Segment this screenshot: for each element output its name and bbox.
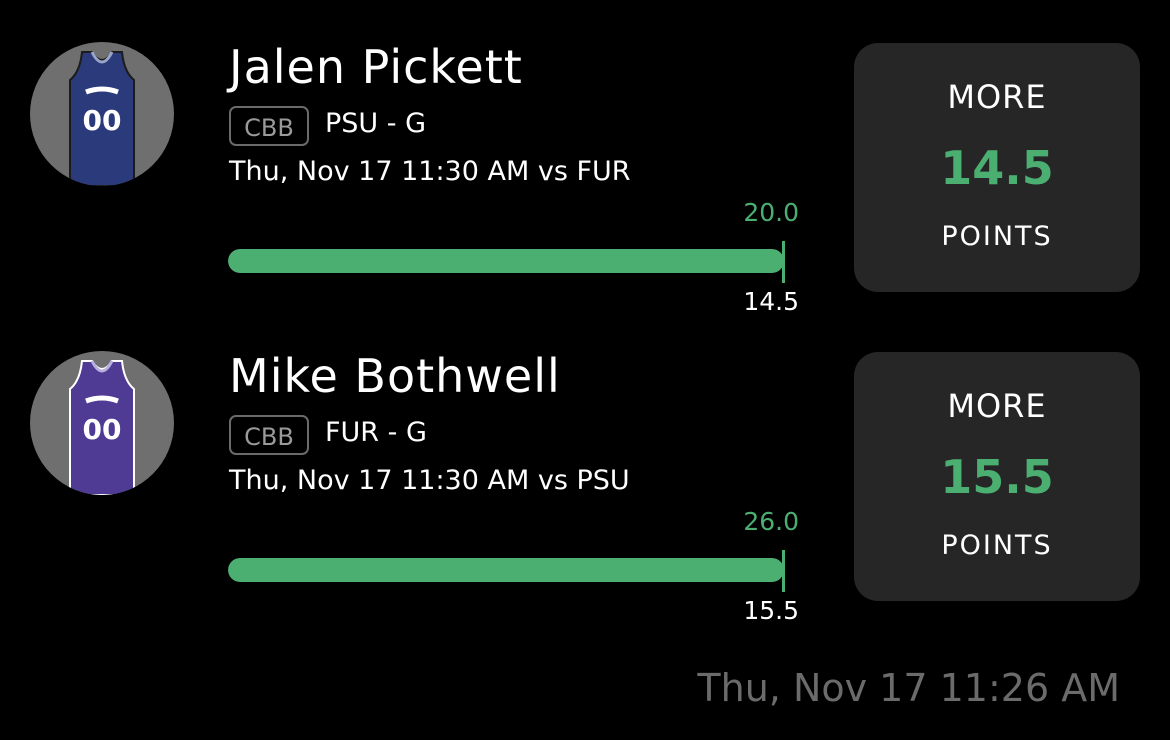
pick-row[interactable]: 00 Jalen Pickett CBB PSU - G Thu, Nov 17… bbox=[0, 0, 1170, 316]
progress-marker bbox=[782, 550, 785, 592]
projection-stat: POINTS bbox=[941, 221, 1053, 252]
game-info: Thu, Nov 17 11:30 AM vs FUR bbox=[229, 156, 631, 187]
projection-direction: MORE bbox=[947, 387, 1047, 425]
progress-bar bbox=[228, 558, 784, 582]
team-position: PSU - G bbox=[325, 108, 427, 139]
progress-marker bbox=[782, 241, 785, 283]
jersey-icon: 00 bbox=[69, 51, 135, 186]
timestamp: Thu, Nov 17 11:26 AM bbox=[697, 666, 1120, 710]
bar-max-value: 20.0 bbox=[743, 198, 799, 227]
player-name: Jalen Pickett bbox=[229, 40, 523, 94]
svg-text:00: 00 bbox=[83, 104, 122, 137]
game-info: Thu, Nov 17 11:30 AM vs PSU bbox=[229, 465, 630, 496]
progress-fill bbox=[228, 249, 784, 273]
league-badge: CBB bbox=[229, 106, 309, 146]
progress-fill bbox=[228, 558, 784, 582]
projection-stat: POINTS bbox=[941, 530, 1053, 561]
player-avatar: 00 bbox=[30, 42, 174, 186]
progress-bar bbox=[228, 249, 784, 273]
projection-card[interactable]: MORE 15.5 POINTS bbox=[854, 352, 1140, 601]
player-name: Mike Bothwell bbox=[229, 349, 561, 403]
bar-max-value: 26.0 bbox=[743, 507, 799, 536]
pick-row[interactable]: 00 Mike Bothwell CBB FUR - G Thu, Nov 17… bbox=[0, 309, 1170, 625]
svg-text:00: 00 bbox=[83, 413, 122, 446]
projection-line: 14.5 bbox=[940, 141, 1054, 195]
team-position: FUR - G bbox=[325, 417, 427, 448]
projection-card[interactable]: MORE 14.5 POINTS bbox=[854, 43, 1140, 292]
player-avatar: 00 bbox=[30, 351, 174, 495]
projection-line: 15.5 bbox=[940, 450, 1054, 504]
league-badge: CBB bbox=[229, 415, 309, 455]
projection-direction: MORE bbox=[947, 78, 1047, 116]
jersey-icon: 00 bbox=[69, 360, 135, 495]
bar-line-value: 15.5 bbox=[743, 596, 799, 625]
